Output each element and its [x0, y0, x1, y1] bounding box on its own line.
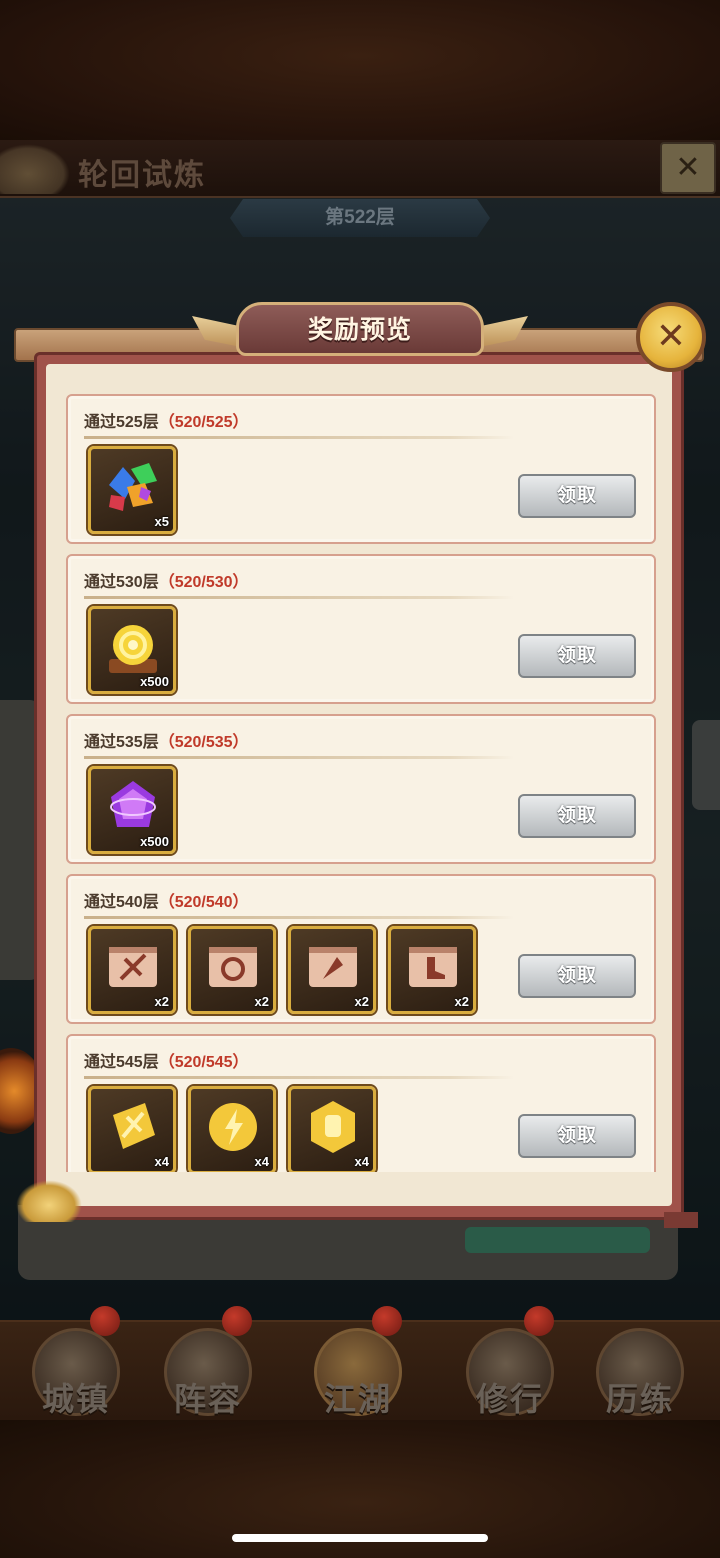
- purple-crystal-art: [110, 781, 156, 827]
- page-title: 轮回试炼: [78, 159, 206, 192]
- item-quantity: x2: [154, 994, 169, 1009]
- gold-swirl-icon[interactable]: x500: [88, 606, 176, 694]
- reward-condition: 通过530层（520/530）: [84, 568, 249, 592]
- gem-cluster-art: [109, 463, 157, 511]
- nav-jianghu[interactable]: 江湖: [310, 1306, 406, 1424]
- scroll-boot-icon[interactable]: x2: [388, 926, 476, 1014]
- nav-label: 阵容: [173, 1381, 242, 1417]
- reward-items: x500: [88, 606, 176, 696]
- reward-items: x2 x2 x2 x2: [88, 926, 476, 1016]
- nav-label: 江湖: [323, 1381, 392, 1417]
- scroll-knife-icon[interactable]: x2: [288, 926, 376, 1014]
- condition-text: 通过525层: [84, 414, 159, 431]
- divider: [84, 916, 514, 919]
- frame-corner: [664, 1212, 698, 1228]
- reward-items: x4 x4 x4: [88, 1086, 376, 1172]
- progress-text: （520/535）: [158, 734, 249, 751]
- reward-condition: 通过535层（520/535）: [84, 728, 249, 752]
- nav-lineup[interactable]: 阵容: [160, 1306, 256, 1424]
- home-indicator[interactable]: [232, 1534, 488, 1542]
- divider: [84, 1076, 514, 1079]
- cloud-ornament-icon: [0, 144, 70, 194]
- notification-dot: [222, 1306, 252, 1336]
- purple-crystal-icon[interactable]: x500: [88, 766, 176, 854]
- item-quantity: x500: [140, 674, 169, 689]
- gem-cluster-icon[interactable]: x5: [88, 446, 176, 534]
- nav-label: 历练: [605, 1381, 674, 1417]
- gold-token-bolt-icon[interactable]: x4: [188, 1086, 276, 1172]
- dialog-title: 奖励预览: [307, 316, 412, 344]
- scroll-art: [109, 947, 157, 987]
- top-background: [0, 0, 720, 140]
- dialog-close-icon[interactable]: ✕: [636, 302, 706, 372]
- item-quantity: x2: [254, 994, 269, 1009]
- notification-dot: [372, 1306, 402, 1336]
- cloud-ornament-icon: [16, 1180, 82, 1222]
- gold-swirl-art: [109, 625, 157, 673]
- notification-dot: [524, 1306, 554, 1336]
- condition-text: 通过545层: [84, 1054, 159, 1071]
- floor-banner: 第522层: [230, 199, 490, 237]
- reward-row: 通过540层（520/540） x2 x2 x2 x2 领取: [66, 874, 656, 1024]
- reward-items: x5: [88, 446, 176, 536]
- gold-token-sword-icon[interactable]: x4: [88, 1086, 176, 1172]
- scroll-art: [309, 947, 357, 987]
- divider: [84, 756, 514, 759]
- claim-button[interactable]: 领取: [518, 794, 636, 838]
- scroll-art: [409, 947, 457, 987]
- divider: [84, 596, 514, 599]
- scroll-sword-icon[interactable]: x2: [88, 926, 176, 1014]
- reward-condition: 通过540层（520/540）: [84, 888, 249, 912]
- divider: [84, 436, 514, 439]
- reward-row: 通过530层（520/530） x500 领取: [66, 554, 656, 704]
- condition-text: 通过530层: [84, 574, 159, 591]
- nav-town[interactable]: 城镇: [28, 1306, 124, 1424]
- bottom-nav: 城镇 阵容 江湖 修行 历练: [0, 1306, 720, 1420]
- reward-list[interactable]: 通过525层（520/525） x5 领取 通过530层（520/530） x5…: [60, 380, 658, 1172]
- progress-text: （520/545）: [158, 1054, 249, 1071]
- condition-text: 通过540层: [84, 894, 159, 911]
- item-quantity: x4: [154, 1154, 169, 1169]
- reward-items: x500: [88, 766, 176, 856]
- item-quantity: x4: [254, 1154, 269, 1169]
- gold-token-art: [113, 1103, 155, 1149]
- gold-token-art: [311, 1101, 355, 1153]
- progress-text: （520/540）: [158, 894, 249, 911]
- condition-text: 通过535层: [84, 734, 159, 751]
- reward-condition: 通过545层（520/545）: [84, 1048, 249, 1072]
- dialog-title-plate-inner: 奖励预览: [236, 302, 484, 356]
- reward-row: 通过535层（520/535） x500 领取: [66, 714, 656, 864]
- item-quantity: x2: [354, 994, 369, 1009]
- claim-button[interactable]: 领取: [518, 474, 636, 518]
- close-icon[interactable]: ✕: [660, 142, 716, 194]
- progress-text: （520/530）: [158, 574, 249, 591]
- notification-dot: [90, 1306, 120, 1336]
- gold-token-fist-icon[interactable]: x4: [288, 1086, 376, 1172]
- reward-condition: 通过525层（520/525）: [84, 408, 249, 432]
- nav-training[interactable]: 历练: [592, 1328, 688, 1424]
- scroll-fist-icon[interactable]: x2: [188, 926, 276, 1014]
- item-quantity: x500: [140, 834, 169, 849]
- floor-label: 第522层: [325, 207, 395, 228]
- title-bar: 轮回试炼 ✕: [0, 140, 720, 198]
- claim-button[interactable]: 领取: [518, 634, 636, 678]
- scroll-art: [209, 947, 257, 987]
- reward-row: 通过525层（520/525） x5 领取: [66, 394, 656, 544]
- nav-label: 修行: [475, 1381, 544, 1417]
- nav-cultivate[interactable]: 修行: [462, 1306, 558, 1424]
- item-quantity: x4: [354, 1154, 369, 1169]
- side-panel-right: [692, 720, 720, 810]
- underlying-green-button: [465, 1227, 650, 1253]
- claim-button[interactable]: 领取: [518, 1114, 636, 1158]
- reward-row: 通过545层（520/545） x4 x4 x4 领取: [66, 1034, 656, 1172]
- item-quantity: x2: [454, 994, 469, 1009]
- item-quantity: x5: [154, 514, 169, 529]
- progress-text: （520/525）: [158, 414, 249, 431]
- nav-label: 城镇: [41, 1381, 110, 1417]
- claim-button[interactable]: 领取: [518, 954, 636, 998]
- dialog-title-plate: 奖励预览: [192, 298, 528, 358]
- gold-token-art: [209, 1103, 257, 1151]
